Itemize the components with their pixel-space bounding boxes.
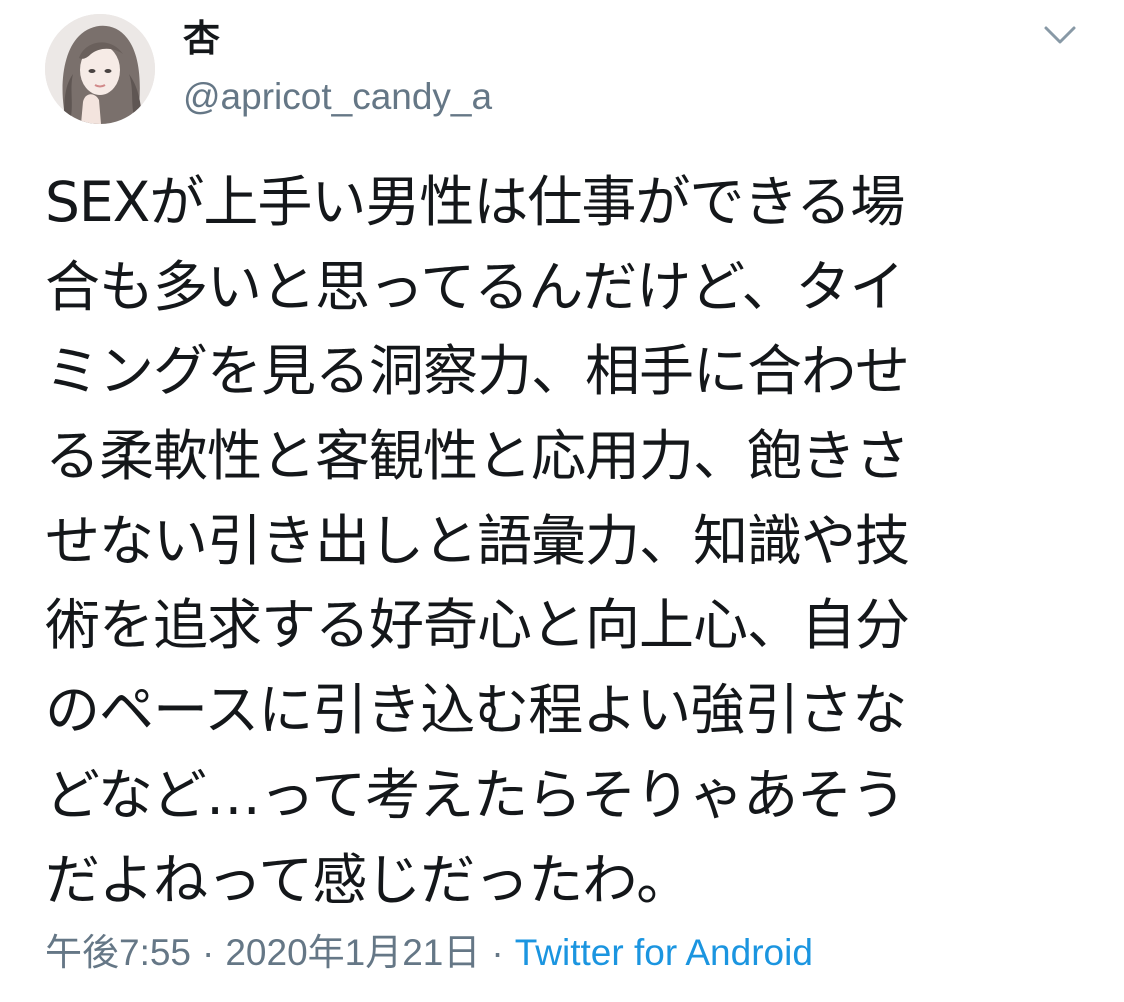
tweet-meta: 午後7:55 · 2020年1月21日 · Twitter for Android — [45, 928, 813, 978]
tweet-source-link[interactable]: Twitter for Android — [515, 932, 813, 973]
tweet-text-line: どなど…って考えたらそりゃあそう — [45, 762, 906, 827]
meta-separator: · — [202, 932, 215, 973]
display-name[interactable]: 杏 — [183, 14, 220, 64]
avatar[interactable] — [45, 14, 155, 124]
chevron-down-icon[interactable] — [1040, 20, 1080, 50]
tweet-card: 杏 @apricot_candy_a SEXが上手い男性は仕事ができる場 合も多… — [0, 0, 1124, 1002]
tweet-text-line: 術を追求する好奇心と向上心、自分 — [45, 593, 910, 658]
tweet-text-line: せない引き出しと語彙力、知識や技 — [45, 508, 910, 573]
tweet-text-line: る柔軟性と客観性と応用力、飽きさ — [45, 424, 910, 489]
tweet-text-line: SEXが上手い男性は仕事ができる場 — [45, 170, 905, 234]
user-handle[interactable]: @apricot_candy_a — [183, 72, 492, 122]
user-avatar-icon — [45, 14, 155, 124]
tweet-text-line: 合も多いと思ってるんだけど、タイ — [45, 254, 905, 319]
tweet-time[interactable]: 午後7:55 — [45, 932, 191, 973]
tweet-text-line: だよねって感じだったわ。 — [45, 847, 691, 912]
tweet-text-line: ミングを見る洞察力、相手に合わせ — [45, 339, 910, 404]
meta-separator: · — [491, 932, 504, 973]
tweet-text: SEXが上手い男性は仕事ができる場 合も多いと思ってるんだけど、タイ ミングを見… — [45, 160, 1085, 922]
tweet-text-line: のペースに引き込む程よい強引さな — [45, 678, 907, 743]
tweet-date[interactable]: 2020年1月21日 — [225, 932, 480, 973]
